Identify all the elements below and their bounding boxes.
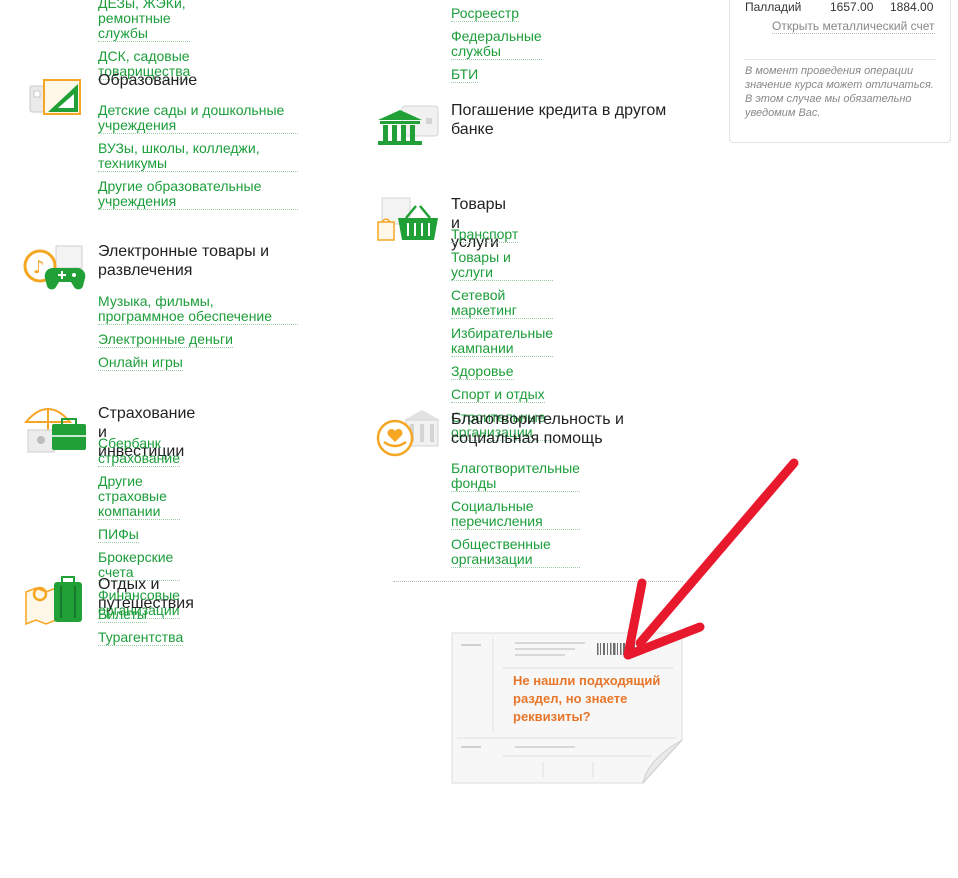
metal-sell-rate: 1884.00 — [890, 0, 934, 14]
charity-icon — [376, 410, 440, 457]
entertainment-icon: ♪ — [23, 245, 86, 290]
metals-rates-panel: Палладий 1657.00 1884.00 Открыть металли… — [729, 0, 951, 143]
red-arrow-annotation — [623, 458, 799, 660]
link-transport[interactable]: Транспорт — [451, 227, 519, 243]
link-network-marketing[interactable]: Сетевой маркетинг — [451, 288, 554, 319]
education-icon — [29, 79, 81, 115]
link-travel-agencies[interactable]: Турагентства — [98, 630, 184, 646]
link-social-transfers[interactable]: Социальные перечисления — [451, 499, 580, 530]
category-title[interactable]: Погашение кредита в другом банке — [451, 101, 681, 139]
link-health[interactable]: Здоровье — [451, 364, 514, 380]
link-public-orgs[interactable]: Общественные организации — [451, 537, 580, 568]
link-e-money[interactable]: Электронные деньги — [98, 332, 233, 348]
svg-text:♪: ♪ — [33, 257, 45, 278]
link-federal-services[interactable]: Федеральные службы — [451, 29, 542, 60]
insurance-icon — [24, 408, 86, 453]
open-metal-account-link[interactable]: Открыть металлический счет — [772, 19, 935, 34]
link-rosreestr[interactable]: Росреестр — [451, 6, 520, 22]
link-election-campaigns[interactable]: Избирательные кампании — [451, 326, 554, 357]
bank-icon — [378, 105, 439, 145]
link-other-education[interactable]: Другие образовательные учреждения — [98, 179, 298, 210]
shopping-basket-icon — [377, 197, 438, 241]
category-title: Образование — [98, 72, 198, 89]
link-universities[interactable]: ВУЗы, школы, колледжи, техникумы — [98, 141, 298, 172]
banner-text[interactable]: Не нашли подходящий раздел, но знаете ре… — [513, 672, 673, 726]
rates-disclaimer: В момент проведения операции значение ку… — [745, 65, 934, 119]
link-sport[interactable]: Спорт и отдых — [451, 387, 545, 403]
link-dez[interactable]: ДЕЗы, ЖЭКи, ремонтные службы — [98, 0, 191, 42]
category-title: Благотворительность и социальная помощь — [451, 411, 624, 447]
link-online-games[interactable]: Онлайн игры — [98, 355, 183, 371]
link-bti[interactable]: БТИ — [451, 67, 479, 83]
link-tickets[interactable]: Билеты — [98, 607, 147, 623]
link-goods-services[interactable]: Товары и услуги — [451, 250, 554, 281]
metal-buy-rate: 1657.00 — [830, 0, 874, 14]
metal-name: Палладий — [745, 0, 802, 14]
link-other-insurance[interactable]: Другие страховые компании — [98, 474, 181, 520]
link-charity-funds[interactable]: Благотворительные фонды — [451, 461, 580, 492]
link-sberbank-insurance[interactable]: Сбербанк страхование — [98, 436, 180, 467]
travel-icon — [25, 576, 82, 626]
link-pif[interactable]: ПИФы — [98, 527, 139, 543]
link-music-films[interactable]: Музыка, фильмы, программное обеспечение — [98, 294, 298, 325]
category-title: Электронные товары и развлечения — [98, 243, 270, 279]
divider — [744, 59, 936, 60]
link-kindergartens[interactable]: Детские сады и дошкольные учреждения — [98, 103, 298, 134]
